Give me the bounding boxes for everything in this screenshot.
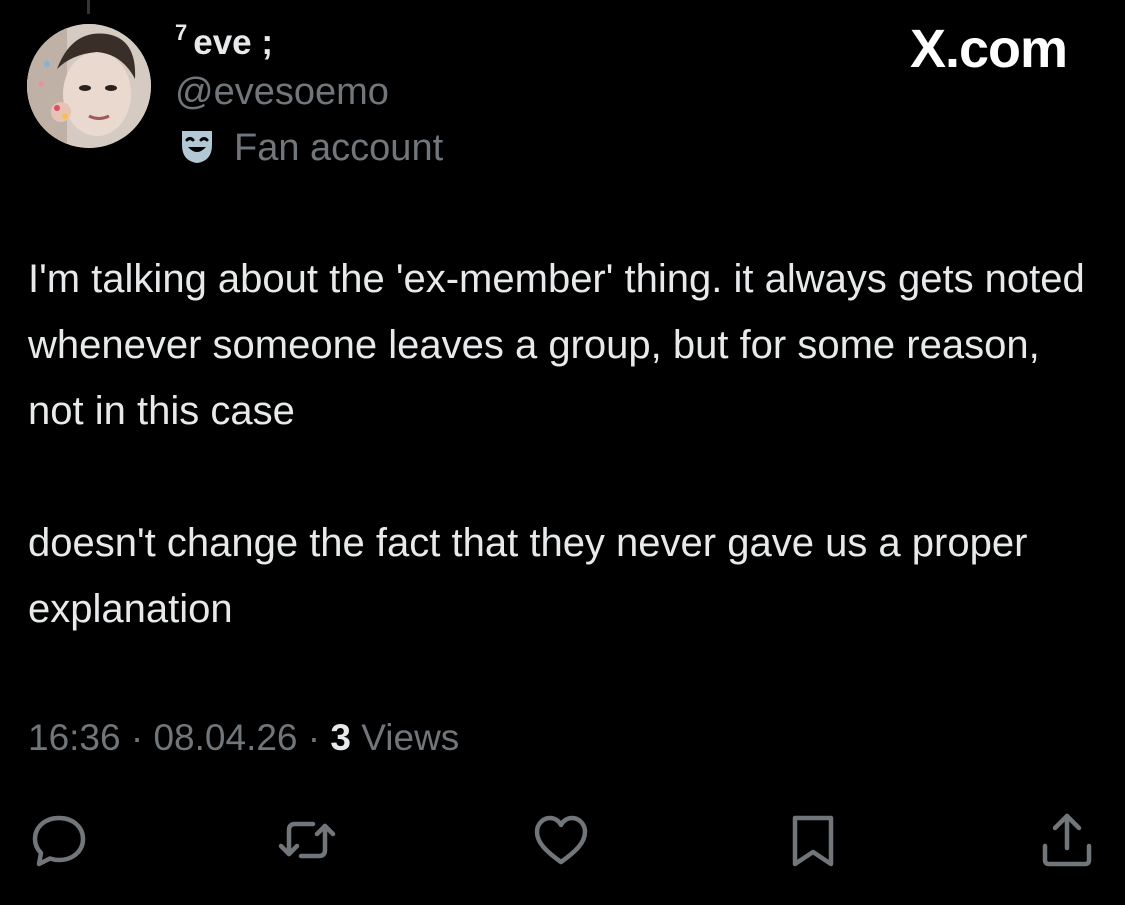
thread-connector-line: [87, 0, 90, 14]
display-name-text: eve ;: [193, 23, 274, 62]
x-logo: X.com: [909, 19, 1068, 79]
account-label-text: Fan account: [234, 127, 444, 169]
avatar[interactable]: [27, 24, 151, 148]
views-label: Views: [350, 717, 460, 758]
reply-icon[interactable]: [27, 808, 91, 872]
repost-icon[interactable]: [275, 808, 339, 872]
tweet-text: I'm talking about the 'ex-member' thing.…: [28, 246, 1103, 642]
tweet-paragraph: I'm talking about the 'ex-member' thing.…: [28, 257, 1096, 433]
meta-separator: ·: [297, 717, 331, 758]
tweet-date[interactable]: 08.04.26: [153, 717, 297, 758]
views-count[interactable]: 3: [330, 717, 351, 758]
share-icon[interactable]: [1035, 808, 1099, 872]
tweet-paragraph: doesn't change the fact that they never …: [28, 521, 1039, 631]
action-bar: [0, 808, 1125, 874]
bookmark-icon[interactable]: [781, 808, 845, 872]
tweet-time[interactable]: 16:36: [28, 717, 121, 758]
heart-icon[interactable]: [529, 808, 593, 872]
meta-separator: ·: [120, 717, 154, 758]
display-name-superscript: 7: [175, 20, 188, 45]
display-name[interactable]: 7 eve ;: [175, 20, 273, 63]
tweet-meta: 16:36 · 08.04.26 · 3 Views: [28, 717, 459, 759]
theater-mask-icon: [178, 127, 216, 170]
account-label[interactable]: Fan account: [178, 127, 443, 170]
handle[interactable]: @evesoemo: [175, 71, 389, 114]
